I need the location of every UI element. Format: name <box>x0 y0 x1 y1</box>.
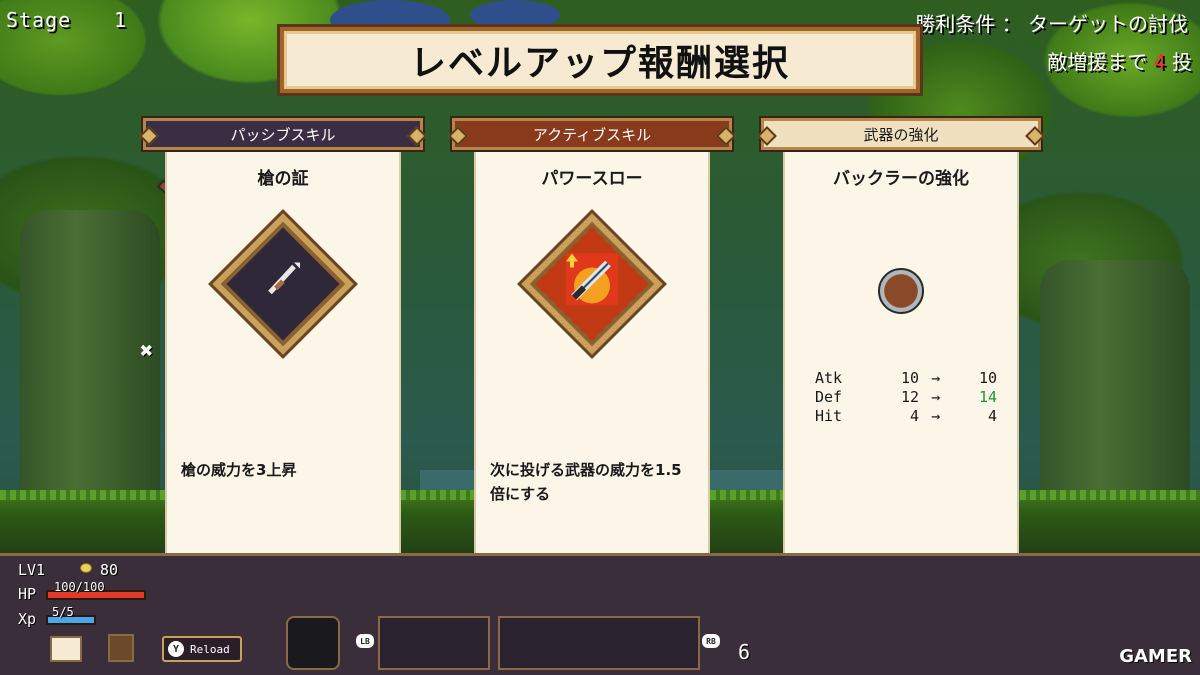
weapon-count: 6 <box>738 640 751 664</box>
stage-number: 1 <box>114 8 127 32</box>
weapon-slot-main[interactable] <box>286 616 340 670</box>
buckler-icon <box>878 268 924 314</box>
reload-label: Reload <box>190 642 230 656</box>
card-body: バックラーの強化 Atk 10 → 10 Def 12 → 14 Hit 4 →… <box>781 148 1021 620</box>
card-category: 武器の強化 <box>863 125 939 144</box>
reinforcement-count: 4 <box>1153 50 1166 74</box>
reinforcement-counter: 敵増援まで 4 投 <box>1047 46 1192 75</box>
y-button-icon: Y <box>168 641 184 657</box>
reinforcement-prefix: 敵増援まで <box>1047 50 1148 74</box>
card-title: バックラーの強化 <box>833 169 969 189</box>
stat-row-atk: Atk 10 → 10 <box>815 368 997 387</box>
card-body: パワースロー 次に投げる武器の威力を1.5倍にする <box>472 148 712 620</box>
stat-table: Atk 10 → 10 Def 12 → 14 Hit 4 → 4 <box>815 368 997 425</box>
weapon-slot-right[interactable] <box>498 616 700 670</box>
card-body: 槍の証 槍の威力を3上昇 <box>163 148 403 620</box>
gold-count: 80 <box>100 561 119 579</box>
reward-card-passive[interactable]: 槍の証 槍の威力を3上昇 パッシブスキル <box>139 116 427 620</box>
card-title: パワースロー <box>541 169 643 189</box>
rb-button-icon[interactable]: RB <box>702 634 720 648</box>
close-icon[interactable]: ✖ <box>140 339 153 364</box>
xp-label: Xp <box>18 610 37 628</box>
hp-label: HP <box>18 585 37 603</box>
card-category: アクティブスキル <box>532 125 652 144</box>
lb-button-icon[interactable]: LB <box>356 634 374 648</box>
win-condition: 勝利条件 ： ターゲットの討伐 <box>915 12 1188 36</box>
stat-row-hit: Hit 4 → 4 <box>815 406 997 425</box>
weapon-slot-left[interactable] <box>378 616 490 670</box>
card-description: 槍の威力を3上昇 <box>181 461 297 479</box>
title-banner: レベルアップ報酬選択 <box>277 24 923 96</box>
card-category: パッシブスキル <box>230 125 336 144</box>
card-category-tab: アクティブスキル <box>448 116 736 152</box>
card-description: 次に投げる武器の威力を1.5倍にする <box>490 461 682 503</box>
level-label: LV1 <box>18 561 46 579</box>
reward-card-weapon-upgrade[interactable]: バックラーの強化 Atk 10 → 10 Def 12 → 14 Hit 4 →… <box>757 116 1045 620</box>
bag-icon[interactable] <box>108 634 134 662</box>
coin-icon <box>80 563 92 573</box>
card-title: 槍の証 <box>257 169 309 189</box>
reward-card-active[interactable]: パワースロー 次に投げる武器の威力を1.5倍にする アクティブスキル <box>448 116 736 620</box>
reload-button[interactable]: Y Reload <box>162 636 242 662</box>
reinforcement-suffix: 投 <box>1172 50 1192 74</box>
card-category-tab: パッシブスキル <box>139 116 427 152</box>
stat-row-def: Def 12 → 14 <box>815 387 997 406</box>
flaming-sword-icon <box>562 250 622 319</box>
gamer-watermark: GAMER <box>1119 646 1192 667</box>
card-category-tab: 武器の強化 <box>757 116 1045 152</box>
spear-emblem-icon <box>260 257 306 312</box>
page-title: レベルアップ報酬選択 <box>409 43 790 84</box>
stage-label: Stage <box>6 8 72 32</box>
map-icon[interactable] <box>50 636 82 662</box>
hp-value: 100/100 <box>54 580 105 594</box>
xp-value: 5/5 <box>52 605 74 619</box>
